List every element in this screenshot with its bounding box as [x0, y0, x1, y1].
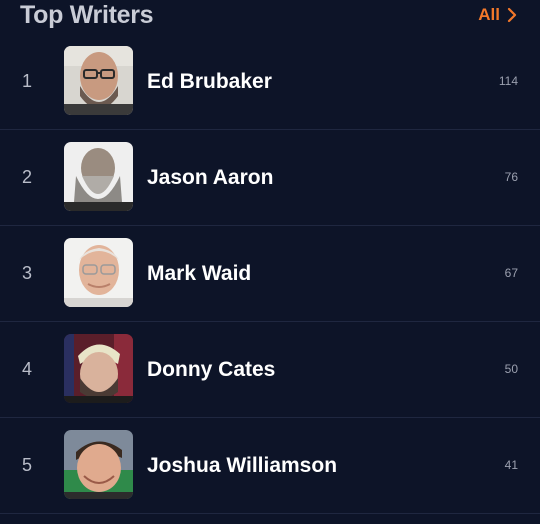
view-all-label: All [478, 5, 500, 24]
writer-avatar [64, 334, 133, 403]
chevron-right-icon [507, 7, 517, 23]
writer-row[interactable]: 3 Mark Waid 67 [0, 226, 540, 322]
writer-avatar [64, 430, 133, 499]
section-title: Top Writers [20, 1, 154, 29]
writer-rank: 2 [22, 167, 33, 187]
section-header: Top Writers All [0, 0, 540, 34]
writer-count: 67 [504, 266, 518, 280]
writer-count: 76 [504, 170, 518, 184]
writer-row[interactable]: 2 Jason Aaron 76 [0, 130, 540, 226]
view-all-link[interactable]: All [478, 4, 518, 26]
writer-rank: 1 [22, 71, 33, 91]
writer-rank: 3 [22, 263, 33, 283]
writer-name: Jason Aaron [147, 166, 274, 189]
writer-rank: 5 [22, 455, 33, 475]
writer-row[interactable]: 4 Donny Cates 50 [0, 322, 540, 418]
top-writers-panel: Top Writers All 1 Ed Brubaker 114 2 Jaso… [0, 0, 540, 524]
writer-name: Donny Cates [147, 358, 276, 381]
writer-name: Ed Brubaker [147, 70, 272, 93]
writer-count: 50 [504, 362, 518, 376]
writer-name: Mark Waid [147, 262, 252, 285]
writer-count: 114 [498, 74, 518, 88]
writer-avatar [64, 142, 133, 211]
writer-avatar [64, 46, 133, 115]
writer-row[interactable]: 5 Joshua Williamson 41 [0, 418, 540, 514]
writer-name: Joshua Williamson [147, 454, 338, 477]
writers-list: 1 Ed Brubaker 114 2 Jason Aaron 76 3 Mar… [0, 34, 540, 514]
writer-count: 41 [504, 458, 518, 472]
writer-row[interactable]: 1 Ed Brubaker 114 [0, 34, 540, 130]
writer-avatar [64, 238, 133, 307]
writer-rank: 4 [22, 359, 33, 379]
